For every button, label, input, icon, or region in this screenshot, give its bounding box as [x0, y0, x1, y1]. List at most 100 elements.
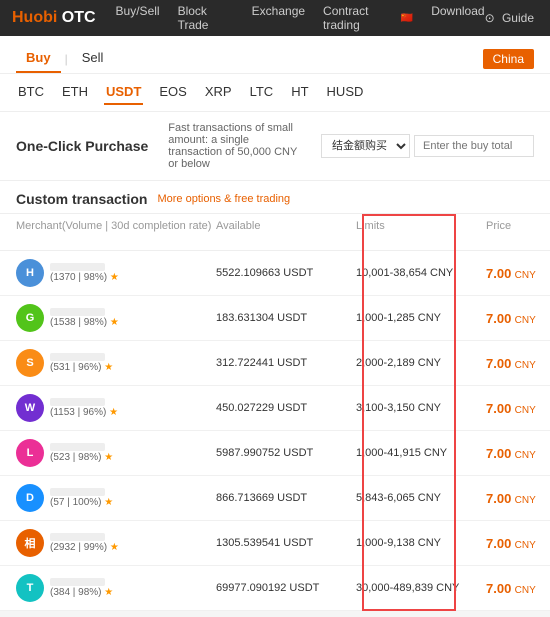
one-click-select[interactable]: 结金额购买 [321, 134, 410, 158]
star-icon-7: ★ [104, 587, 113, 598]
price-cell-6: 7.00 CNY [486, 536, 550, 551]
table-row: H (1370 | 98%) ★ 5522.109663 USDT 10,001… [0, 251, 550, 296]
star-icon-4: ★ [104, 452, 113, 463]
merchant-info-6: (2932 | 99%) ★ [50, 533, 119, 553]
table-row: T (384 | 98%) ★ 69977.090192 USDT 30,000… [0, 566, 550, 611]
merchant-cell-0: H (1370 | 98%) ★ [16, 259, 216, 287]
currency-xrp[interactable]: XRP [203, 80, 234, 105]
merchant-cell-6: 相 (2932 | 99%) ★ [16, 529, 216, 557]
one-click-desc: Fast transactions of small amount: a sin… [168, 122, 301, 170]
available-5: 866.713669 USDT [216, 492, 356, 504]
merchant-stats-1: (1538 | 98%) ★ [50, 317, 119, 328]
merchant-stats-3: (1153 | 96%) ★ [50, 407, 118, 418]
nav-contract-trading[interactable]: Contract trading 🇨🇳 [323, 4, 413, 32]
buy-tab[interactable]: Buy [16, 44, 61, 73]
custom-more-options[interactable]: More options & free trading [157, 193, 290, 205]
merchant-info-0: (1370 | 98%) ★ [50, 263, 119, 283]
one-click-input-group: 结金额购买 [321, 134, 534, 158]
merchant-name-6 [50, 533, 105, 541]
currency-eth[interactable]: ETH [60, 80, 90, 105]
merchant-cell-4: L (523 | 98%) ★ [16, 439, 216, 467]
currency-eos[interactable]: EOS [157, 80, 188, 105]
header-guide[interactable]: ⊙ Guide [485, 11, 538, 25]
merchant-stats-2: (531 | 96%) ★ [50, 362, 113, 373]
table-header: Merchant(Volume | 30d completion rate) A… [0, 214, 550, 251]
merchant-stats-5: (57 | 100%) ★ [50, 497, 113, 508]
merchant-stats-7: (384 | 98%) ★ [50, 587, 113, 598]
one-click-purchase-section: One-Click Purchase Fast transactions of … [0, 112, 550, 181]
table-row: S (531 | 96%) ★ 312.722441 USDT 2,000-2,… [0, 341, 550, 386]
currency-husd[interactable]: HUSD [325, 80, 366, 105]
th-price: Price [486, 220, 550, 244]
available-1: 183.631304 USDT [216, 312, 356, 324]
tab-divider: | [65, 52, 68, 66]
available-6: 1305.539541 USDT [216, 537, 356, 549]
currency-tabs: BTC ETH USDT EOS XRP LTC HT HUSD [0, 74, 550, 112]
merchant-name-1 [50, 308, 105, 316]
currency-btc[interactable]: BTC [16, 80, 46, 105]
table-row: 相 (2932 | 99%) ★ 1305.539541 USDT 1,000-… [0, 521, 550, 566]
avatar-7: T [16, 574, 44, 602]
header-nav: Buy/Sell Block Trade Exchange Contract t… [116, 4, 485, 32]
logo: Huobi OTC [12, 9, 96, 27]
star-icon-5: ★ [104, 497, 113, 508]
price-unit-1: CNY [515, 315, 536, 326]
merchant-name-4 [50, 443, 105, 451]
merchant-info-2: (531 | 96%) ★ [50, 353, 113, 373]
nav-block-trade[interactable]: Block Trade [178, 4, 234, 32]
price-value-7: 7.00 [486, 581, 511, 596]
limits-0: 10,001-38,654 CNY [356, 267, 486, 279]
merchant-stats-0: (1370 | 98%) ★ [50, 272, 119, 283]
currency-ltc[interactable]: LTC [248, 80, 276, 105]
merchant-name-5 [50, 488, 105, 496]
avatar-4: L [16, 439, 44, 467]
star-icon-0: ★ [110, 272, 119, 283]
guide-icon: ⊙ [485, 11, 495, 25]
limits-6: 1,000-9,138 CNY [356, 537, 486, 549]
merchant-cell-1: G (1538 | 98%) ★ [16, 304, 216, 332]
flag-icon: 🇨🇳 [401, 13, 413, 24]
price-cell-3: 7.00 CNY [486, 401, 550, 416]
th-available: Available [216, 220, 356, 244]
nav-buy-sell[interactable]: Buy/Sell [116, 4, 160, 32]
available-7: 69977.090192 USDT [216, 582, 356, 594]
one-click-amount-input[interactable] [414, 135, 534, 157]
merchant-name-3 [50, 398, 105, 406]
price-value-1: 7.00 [486, 311, 511, 326]
sell-tab[interactable]: Sell [72, 44, 114, 73]
custom-transaction-header: Custom transaction More options & free t… [0, 181, 550, 214]
china-button[interactable]: China [483, 49, 534, 69]
table-row: D (57 | 100%) ★ 866.713669 USDT 5,843-6,… [0, 476, 550, 521]
price-cell-2: 7.00 CNY [486, 356, 550, 371]
buy-sell-tabs: Buy | Sell China [0, 36, 550, 74]
table-row: W (1153 | 96%) ★ 450.027229 USDT 3,100-3… [0, 386, 550, 431]
limits-4: 1,000-41,915 CNY [356, 447, 486, 459]
nav-exchange[interactable]: Exchange [252, 4, 305, 32]
price-value-6: 7.00 [486, 536, 511, 551]
price-value-3: 7.00 [486, 401, 511, 416]
avatar-5: D [16, 484, 44, 512]
currency-usdt[interactable]: USDT [104, 80, 143, 105]
one-click-label: One-Click Purchase [16, 137, 148, 155]
price-value-2: 7.00 [486, 356, 511, 371]
table-row: L (523 | 98%) ★ 5987.990752 USDT 1,000-4… [0, 431, 550, 476]
merchant-stats-6: (2932 | 99%) ★ [50, 542, 119, 553]
limits-5: 5,843-6,065 CNY [356, 492, 486, 504]
header: Huobi OTC Buy/Sell Block Trade Exchange … [0, 0, 550, 36]
custom-transaction-title: Custom transaction [16, 191, 147, 207]
available-4: 5987.990752 USDT [216, 447, 356, 459]
avatar-3: W [16, 394, 44, 422]
price-value-4: 7.00 [486, 446, 511, 461]
price-cell-0: 7.00 CNY [486, 266, 550, 281]
table-body: H (1370 | 98%) ★ 5522.109663 USDT 10,001… [0, 251, 550, 611]
merchant-info-1: (1538 | 98%) ★ [50, 308, 119, 328]
nav-download[interactable]: Download [431, 4, 484, 32]
merchant-cell-7: T (384 | 98%) ★ [16, 574, 216, 602]
currency-ht[interactable]: HT [289, 80, 310, 105]
star-icon-3: ★ [109, 407, 118, 418]
th-merchant: Merchant(Volume | 30d completion rate) [16, 220, 216, 244]
merchant-info-3: (1153 | 96%) ★ [50, 398, 118, 418]
merchant-cell-3: W (1153 | 96%) ★ [16, 394, 216, 422]
price-unit-0: CNY [515, 270, 536, 281]
price-value-0: 7.00 [486, 266, 511, 281]
